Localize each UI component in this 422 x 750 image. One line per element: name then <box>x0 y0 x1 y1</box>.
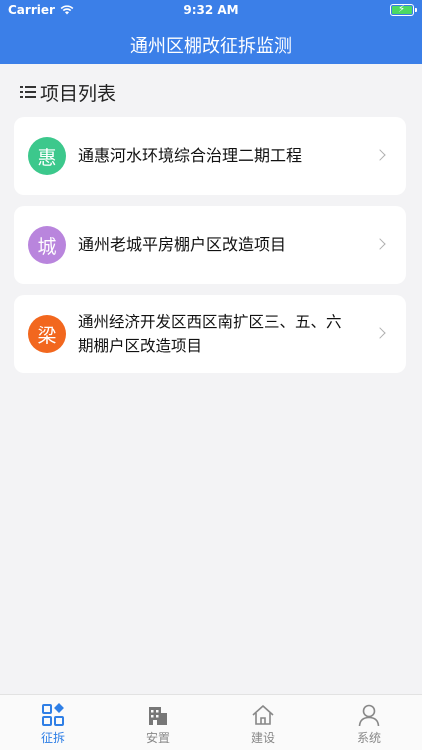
tab-jianshe[interactable]: 建设 <box>233 703 293 746</box>
project-card-1[interactable]: 惠 通惠河水环境综合治理二期工程 <box>14 117 406 195</box>
section-header: 项目列表 <box>20 80 117 105</box>
tab-zhengchai[interactable]: 征拆 <box>23 703 83 746</box>
status-bar: Carrier 9:32 AM ⚡ <box>0 0 422 22</box>
grid-icon <box>41 703 65 727</box>
user-icon <box>357 703 381 727</box>
project-badge: 梁 <box>28 315 66 353</box>
project-name: 通州经济开发区西区南扩区三、五、六期棚户区改造项目 <box>78 313 342 355</box>
tab-bar: 征拆 安置 建设 系统 <box>0 694 422 750</box>
chevron-right-icon <box>374 327 386 339</box>
home-icon <box>251 703 275 727</box>
project-card-2[interactable]: 城 通州老城平房棚户区改造项目 <box>14 206 406 284</box>
tab-label: 征拆 <box>40 731 65 745</box>
project-card-3[interactable]: 梁 通州经济开发区西区南扩区三、五、六期棚户区改造项目 <box>14 295 406 373</box>
tab-anzhi[interactable]: 安置 <box>128 703 188 746</box>
section-title: 项目列表 <box>40 82 117 105</box>
building-icon <box>146 703 170 727</box>
battery-icon: ⚡ <box>390 4 417 16</box>
project-badge: 惠 <box>28 137 66 175</box>
tab-label: 建设 <box>250 731 275 745</box>
list-icon <box>20 85 36 99</box>
project-name: 通惠河水环境综合治理二期工程 <box>78 146 303 165</box>
project-badge: 城 <box>28 226 66 264</box>
chevron-right-icon <box>374 149 386 161</box>
tab-label: 安置 <box>145 731 170 745</box>
tab-label: 系统 <box>356 731 381 745</box>
chevron-right-icon <box>374 238 386 250</box>
clock: 9:32 AM <box>183 3 239 17</box>
tab-xitong[interactable]: 系统 <box>339 703 399 746</box>
header: Carrier 9:32 AM ⚡ 通州区棚改征拆监测 <box>0 0 422 64</box>
page-title: 通州区棚改征拆监测 <box>130 36 292 57</box>
project-name: 通州老城平房棚户区改造项目 <box>78 235 287 254</box>
